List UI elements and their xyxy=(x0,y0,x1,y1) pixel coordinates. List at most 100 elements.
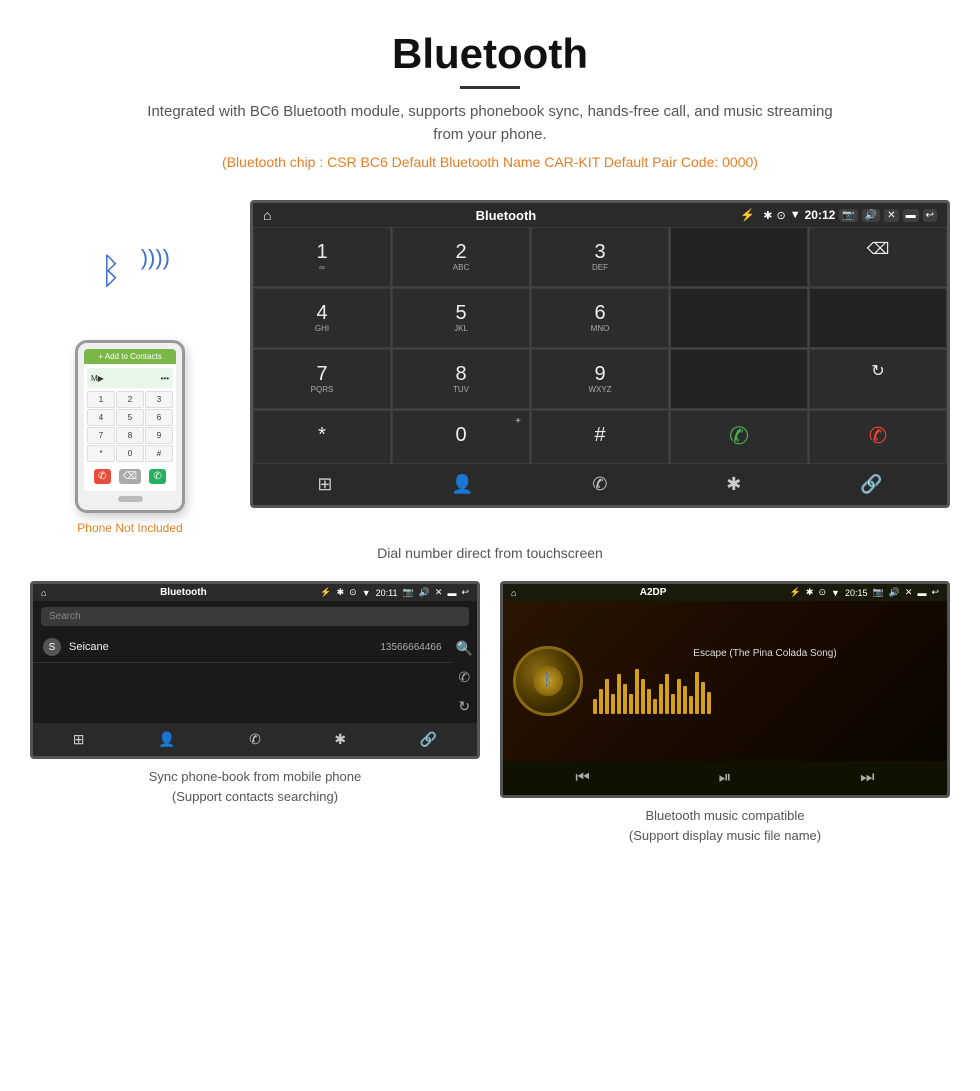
dial-key-7[interactable]: 7PQRS xyxy=(253,349,391,409)
page-title: Bluetooth xyxy=(20,30,960,78)
music-home-icon[interactable]: ⌂ xyxy=(511,588,516,598)
hu-fullscreen-icon[interactable]: ▬ xyxy=(903,209,919,222)
music-bar-1 xyxy=(593,699,597,714)
hu-back-icon[interactable]: ↩ xyxy=(923,209,937,222)
pb-search-icon[interactable]: 🔍 xyxy=(456,640,473,657)
music-vol-icon[interactable]: 🔊 xyxy=(889,587,900,598)
phone-del-button[interactable]: ⌫ xyxy=(119,469,141,484)
dial-key-star[interactable]: * xyxy=(253,410,391,464)
pb-search-placeholder: Search xyxy=(49,611,81,622)
phone-key-8[interactable]: 8 xyxy=(116,427,144,444)
phone-key-2[interactable]: 2 xyxy=(116,391,144,408)
music-full-icon[interactable]: ▬ xyxy=(917,588,926,598)
phone-key-0[interactable]: 0 xyxy=(116,445,144,462)
dial-key-1[interactable]: 1∞ xyxy=(253,227,391,287)
phone-key-3[interactable]: 3 xyxy=(145,391,173,408)
phone-home-button[interactable] xyxy=(118,496,143,502)
pb-nav-dialpad-icon[interactable]: ⊞ xyxy=(73,731,85,748)
hu-nav-contacts-icon[interactable]: 👤 xyxy=(451,474,473,495)
pb-call-icon[interactable]: ✆ xyxy=(458,669,470,686)
hu-screen-title: Bluetooth xyxy=(279,208,732,223)
phone-key-6[interactable]: 6 xyxy=(145,409,173,426)
dial-key-0[interactable]: 0+ xyxy=(392,410,530,464)
phone-key-star[interactable]: * xyxy=(87,445,115,462)
music-cam-icon[interactable]: 📷 xyxy=(872,587,883,598)
pb-content-row: S Seicane 13566664466 🔍 ✆ ↻ xyxy=(33,632,477,723)
music-info: Escape (The Pina Colada Song) xyxy=(593,648,937,714)
music-caption-sub: (Support display music file name) xyxy=(629,828,821,843)
music-controls: ⏮ ⏯ ⏭ xyxy=(503,761,947,795)
dial-end-red-button[interactable]: ✆ xyxy=(809,410,947,464)
pb-refresh-icon[interactable]: ↻ xyxy=(458,698,470,715)
music-caption-main: Bluetooth music compatible xyxy=(646,808,805,823)
dial-key-6[interactable]: 6MNO xyxy=(531,288,669,348)
pb-x-icon[interactable]: ✕ xyxy=(435,587,443,598)
dial-call-green-button[interactable]: ✆ xyxy=(670,410,808,464)
dial-key-2[interactable]: 2ABC xyxy=(392,227,530,287)
pb-nav-link-icon[interactable]: 🔗 xyxy=(420,731,437,748)
music-mini-screen: ⌂ A2DP ⚡ ✱ ⊙ ▼ 20:15 📷 🔊 ✕ ▬ ↩ ᛒ xyxy=(500,581,950,798)
phone-not-included-label: Phone Not Included xyxy=(77,521,182,535)
main-content-area: ᛒ )))) + Add to Contacts M▶ ••• 1 2 3 4 … xyxy=(0,200,980,535)
dial-key-3[interactable]: 3DEF xyxy=(531,227,669,287)
hu-nav-link-icon[interactable]: 🔗 xyxy=(860,474,882,495)
signal-waves-icon: )))) xyxy=(141,245,170,271)
phone-key-9[interactable]: 9 xyxy=(145,427,173,444)
music-prev-button[interactable]: ⏮ xyxy=(575,769,589,787)
dial-refresh-button[interactable]: ↻ xyxy=(809,349,947,409)
phone-bottom-bar: ✆ ⌫ ✆ xyxy=(87,466,173,487)
hu-nav-calls-icon[interactable]: ✆ xyxy=(592,474,607,495)
pb-cam-icon[interactable]: 📷 xyxy=(402,587,413,598)
pb-nav-calls-icon[interactable]: ✆ xyxy=(249,731,261,748)
pb-back-icon[interactable]: ↩ xyxy=(461,587,469,598)
hu-nav-bluetooth-icon[interactable]: ✱ xyxy=(726,474,741,495)
hu-volume-icon[interactable]: 🔊 xyxy=(862,209,880,222)
hu-nav-dialpad-icon[interactable]: ⊞ xyxy=(317,474,332,495)
music-bar-13 xyxy=(665,674,669,714)
dial-key-9[interactable]: 9WXYZ xyxy=(531,349,669,409)
pb-nav-contacts-icon[interactable]: 👤 xyxy=(158,731,175,748)
phone-screen: M▶ ••• 1 2 3 4 5 6 7 8 9 * 0 # xyxy=(84,364,176,491)
phone-end-button[interactable]: ✆ xyxy=(94,469,110,484)
hu-time: 20:12 xyxy=(805,208,836,222)
pb-nav-bt-icon[interactable]: ✱ xyxy=(334,731,346,748)
phonebook-caption-sub: (Support contacts searching) xyxy=(172,789,338,804)
phonebook-screen-item: ⌂ Bluetooth ⚡ ✱ ⊙ ▼ 20:11 📷 🔊 ✕ ▬ ↩ Sear… xyxy=(30,581,480,845)
title-divider xyxy=(460,86,520,89)
pb-full-icon[interactable]: ▬ xyxy=(447,588,456,598)
dial-key-hash[interactable]: # xyxy=(531,410,669,464)
hu-camera-icon[interactable]: 📷 xyxy=(839,209,857,222)
hu-close-icon[interactable]: ✕ xyxy=(884,209,898,222)
pb-vol-icon[interactable]: 🔊 xyxy=(419,587,430,598)
dial-key-empty-4 xyxy=(670,349,808,409)
phone-key-1[interactable]: 1 xyxy=(87,391,115,408)
phonebook-mini-screen: ⌂ Bluetooth ⚡ ✱ ⊙ ▼ 20:11 📷 🔊 ✕ ▬ ↩ Sear… xyxy=(30,581,480,759)
dial-backspace-button[interactable]: ⌫ xyxy=(809,227,947,287)
dial-key-5[interactable]: 5JKL xyxy=(392,288,530,348)
music-play-pause-button[interactable]: ⏯ xyxy=(719,769,732,787)
phone-call-button[interactable]: ✆ xyxy=(149,469,165,484)
phone-key-4[interactable]: 4 xyxy=(87,409,115,426)
phone-key-7[interactable]: 7 xyxy=(87,427,115,444)
music-song-name: Escape (The Pina Colada Song) xyxy=(593,648,937,659)
music-bar-15 xyxy=(677,679,681,714)
phone-key-5[interactable]: 5 xyxy=(116,409,144,426)
pb-search-bar[interactable]: Search xyxy=(41,607,469,626)
dial-key-empty-2 xyxy=(670,288,808,348)
music-bt-icon: ✱ xyxy=(806,587,814,598)
pb-home-icon[interactable]: ⌂ xyxy=(41,588,46,598)
pb-contact-row[interactable]: S Seicane 13566664466 xyxy=(33,632,452,663)
dial-key-4[interactable]: 4GHI xyxy=(253,288,391,348)
music-back-icon[interactable]: ↩ xyxy=(931,587,939,598)
music-status-bar: ⌂ A2DP ⚡ ✱ ⊙ ▼ 20:15 📷 🔊 ✕ ▬ ↩ xyxy=(503,584,947,601)
music-next-button[interactable]: ⏭ xyxy=(860,769,874,787)
dial-key-8[interactable]: 8TUV xyxy=(392,349,530,409)
music-main-area: ᛒ Escape (The Pina Colada Song) xyxy=(503,601,947,761)
phone-key-hash[interactable]: # xyxy=(145,445,173,462)
main-caption: Dial number direct from touchscreen xyxy=(0,545,980,561)
music-bar-20 xyxy=(707,692,711,714)
pb-sig-icon: ▼ xyxy=(362,588,371,598)
pb-bottom-nav: ⊞ 👤 ✆ ✱ 🔗 xyxy=(33,723,477,756)
music-x-icon[interactable]: ✕ xyxy=(905,587,913,598)
hu-home-icon[interactable]: ⌂ xyxy=(263,207,271,223)
